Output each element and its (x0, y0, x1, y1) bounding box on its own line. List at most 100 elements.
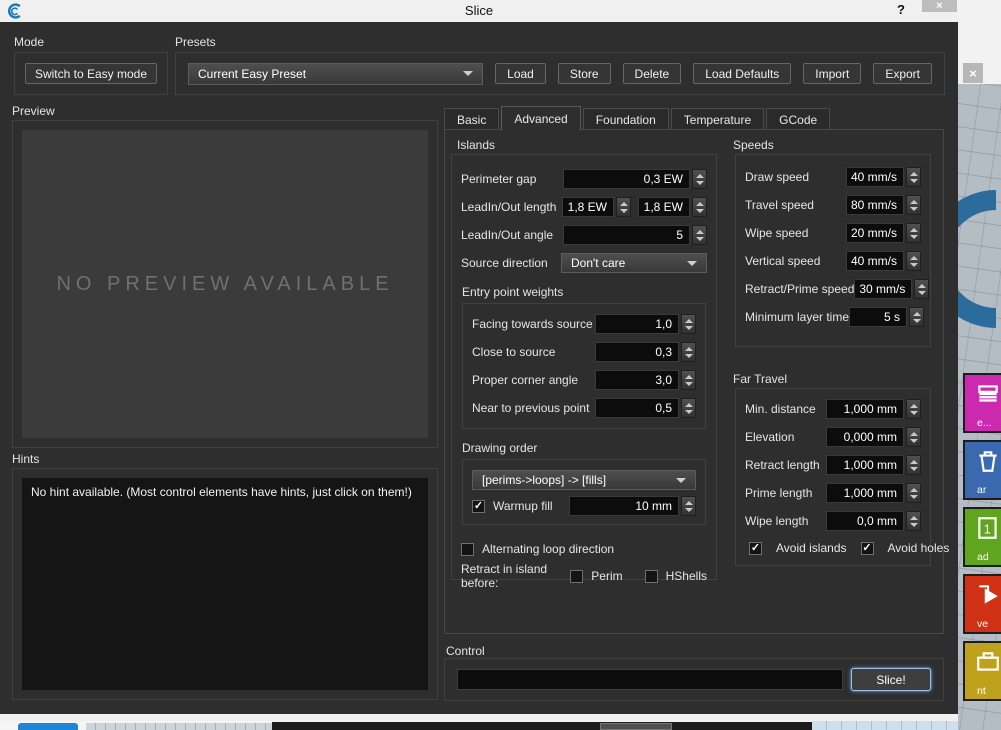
tab-basic[interactable]: Basic (444, 108, 499, 130)
delete-button[interactable]: Delete (623, 63, 682, 84)
near-previous-field[interactable]: 0,5 (595, 398, 679, 418)
spinner-up-icon[interactable] (685, 347, 693, 351)
spinner-up-icon[interactable] (910, 460, 918, 464)
spinner-down-icon[interactable] (910, 523, 918, 527)
facing-source-spinner[interactable] (681, 314, 696, 334)
slice-button[interactable]: Slice! (851, 668, 931, 691)
leadout-length-spinner[interactable] (692, 197, 707, 217)
spinner-up-icon[interactable] (696, 202, 704, 206)
tab-advanced[interactable]: Advanced (501, 106, 580, 130)
spinner-up-icon[interactable] (910, 488, 918, 492)
min-distance-spinner[interactable] (906, 399, 921, 419)
draw-speed-spinner[interactable] (906, 167, 921, 187)
elevation-spinner[interactable] (906, 427, 921, 447)
leadin-length-field[interactable]: 1,8 EW (562, 197, 614, 217)
spinner-up-icon[interactable] (685, 403, 693, 407)
store-button[interactable]: Store (558, 63, 611, 84)
sidebar-load-button[interactable]: 1 ad (963, 507, 1001, 567)
help-icon[interactable]: ? (897, 2, 905, 17)
travel-speed-field[interactable]: 80 mm/s (846, 195, 904, 215)
leadinout-angle-spinner[interactable] (692, 225, 707, 245)
spinner-up-icon[interactable] (696, 230, 704, 234)
leadinout-angle-field[interactable]: 5 (563, 225, 690, 245)
sidebar-save-button[interactable]: ve (963, 574, 1001, 634)
import-button[interactable]: Import (803, 63, 861, 84)
spinner-down-icon[interactable] (685, 508, 693, 512)
warmup-fill-field[interactable]: 10 mm (569, 496, 679, 516)
spinner-down-icon[interactable] (910, 235, 918, 239)
spinner-up-icon[interactable] (910, 256, 918, 260)
retract-length-spinner[interactable] (906, 455, 921, 475)
spinner-down-icon[interactable] (910, 467, 918, 471)
spinner-up-icon[interactable] (918, 284, 926, 288)
spinner-down-icon[interactable] (918, 291, 926, 295)
spinner-up-icon[interactable] (910, 200, 918, 204)
alternating-loop-checkbox[interactable] (461, 543, 474, 556)
load-button[interactable]: Load (495, 63, 546, 84)
travel-speed-spinner[interactable] (906, 195, 921, 215)
wipe-speed-field[interactable]: 20 mm/s (846, 223, 904, 243)
sidebar-print-button[interactable]: nt (963, 641, 1001, 701)
vertical-speed-spinner[interactable] (906, 251, 921, 271)
avoid-islands-checkbox[interactable]: ✓ (749, 542, 762, 555)
spinner-up-icon[interactable] (685, 319, 693, 323)
close-source-field[interactable]: 0,3 (595, 342, 679, 362)
retract-length-field[interactable]: 1,000 mm (826, 455, 904, 475)
spinner-down-icon[interactable] (910, 263, 918, 267)
spinner-down-icon[interactable] (685, 326, 693, 330)
spinner-down-icon[interactable] (910, 439, 918, 443)
drawing-order-select[interactable]: [perims->loops] -> [fills] (472, 470, 696, 490)
tab-gcode[interactable]: GCode (766, 108, 830, 130)
leadin-length-spinner[interactable] (616, 197, 631, 217)
spinner-down-icon[interactable] (910, 207, 918, 211)
preset-select[interactable]: Current Easy Preset (188, 63, 483, 85)
spinner-down-icon[interactable] (910, 411, 918, 415)
min-distance-field[interactable]: 1,000 mm (826, 399, 904, 419)
draw-speed-field[interactable]: 40 mm/s (846, 167, 904, 187)
spinner-down-icon[interactable] (685, 410, 693, 414)
wipe-length-field[interactable]: 0,0 mm (826, 511, 904, 531)
spinner-up-icon[interactable] (910, 516, 918, 520)
spinner-down-icon[interactable] (685, 354, 693, 358)
spinner-up-icon[interactable] (620, 202, 628, 206)
near-previous-spinner[interactable] (681, 398, 696, 418)
facing-source-field[interactable]: 1,0 (595, 314, 679, 334)
spinner-up-icon[interactable] (685, 375, 693, 379)
spinner-up-icon[interactable] (913, 312, 921, 316)
avoid-holes-checkbox[interactable]: ✓ (861, 542, 874, 555)
retract-prime-speed-spinner[interactable] (914, 279, 929, 299)
wipe-speed-spinner[interactable] (906, 223, 921, 243)
spinner-down-icon[interactable] (696, 209, 704, 213)
spinner-up-icon[interactable] (910, 172, 918, 176)
sidebar-clear-button[interactable]: ar (963, 440, 1001, 500)
spinner-down-icon[interactable] (696, 237, 704, 241)
background-panel-close-button[interactable]: × (963, 63, 983, 83)
load-defaults-button[interactable]: Load Defaults (693, 63, 791, 84)
warmup-fill-checkbox[interactable]: ✓ (472, 500, 485, 513)
retract-perim-checkbox[interactable] (570, 570, 583, 583)
vertical-speed-field[interactable]: 40 mm/s (846, 251, 904, 271)
perimeter-gap-field[interactable]: 0,3 EW (563, 169, 690, 189)
retract-prime-speed-field[interactable]: 30 mm/s (854, 279, 912, 299)
close-source-spinner[interactable] (681, 342, 696, 362)
perimeter-gap-spinner[interactable] (692, 169, 707, 189)
bottom-toolbar-button[interactable] (600, 723, 672, 730)
retract-hshells-checkbox[interactable] (645, 570, 658, 583)
sidebar-slice-button[interactable]: e... (963, 373, 1001, 433)
tab-foundation[interactable]: Foundation (583, 108, 669, 130)
source-direction-select[interactable]: Don't care (561, 253, 707, 273)
corner-angle-spinner[interactable] (681, 370, 696, 390)
elevation-field[interactable]: 0,000 mm (826, 427, 904, 447)
spinner-down-icon[interactable] (913, 319, 921, 323)
spinner-up-icon[interactable] (910, 432, 918, 436)
leadout-length-field[interactable]: 1,8 EW (638, 197, 690, 217)
warmup-fill-spinner[interactable] (681, 496, 696, 516)
prime-length-spinner[interactable] (906, 483, 921, 503)
tab-temperature[interactable]: Temperature (671, 108, 764, 130)
spinner-down-icon[interactable] (910, 495, 918, 499)
min-layer-time-field[interactable]: 5 s (849, 307, 907, 327)
spinner-up-icon[interactable] (696, 174, 704, 178)
switch-easy-mode-button[interactable]: Switch to Easy mode (25, 63, 157, 84)
spinner-down-icon[interactable] (620, 209, 628, 213)
spinner-up-icon[interactable] (910, 228, 918, 232)
